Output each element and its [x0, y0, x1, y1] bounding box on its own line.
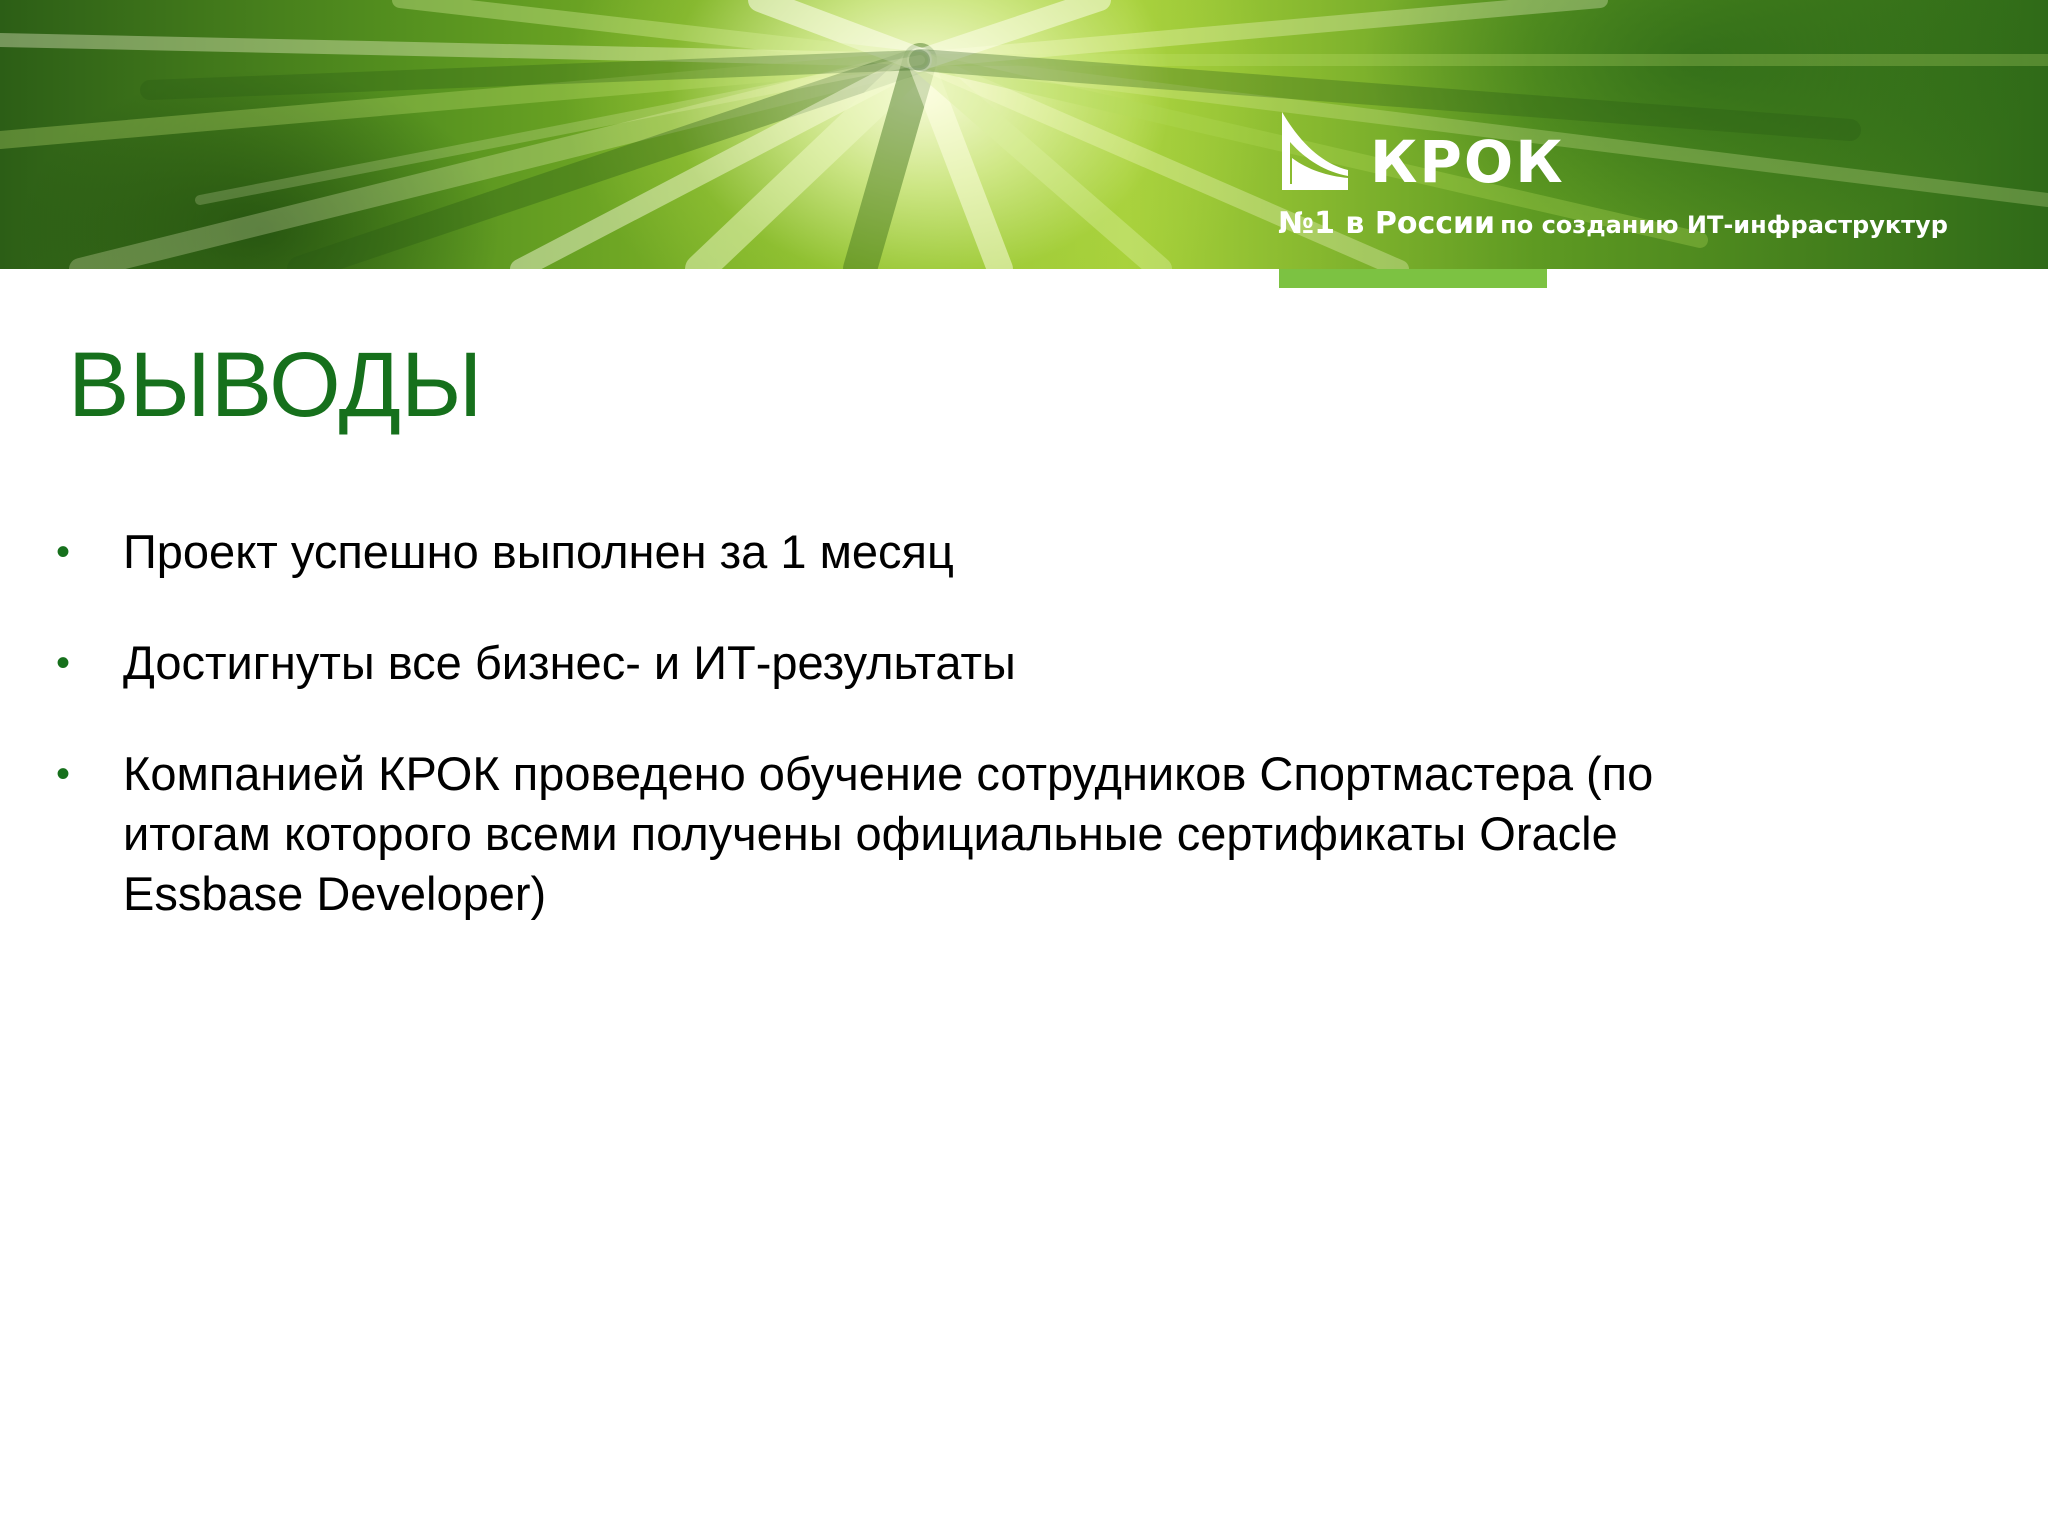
bullet-dot-icon: •	[56, 752, 71, 796]
bullet-item: • Компанией КРОК проведено обучение сотр…	[0, 744, 1800, 924]
tagline-big: №1 в России	[1278, 206, 1496, 241]
slide: КРОК №1 в России по созданию ИТ-инфрастр…	[0, 0, 2048, 1536]
krok-wing-logo-icon	[1282, 112, 1348, 190]
bullet-dot-icon: •	[56, 530, 71, 574]
tagline-small: по созданию ИТ-инфраструктур	[1500, 211, 1948, 239]
slide-title: ВЫВОДЫ	[68, 334, 483, 436]
bullet-item: • Достигнуты все бизнес- и ИТ-результаты	[0, 633, 1800, 693]
logo-tagline: №1 в России по созданию ИТ-инфраструктур	[1278, 204, 1948, 248]
header-banner: КРОК №1 в России по созданию ИТ-инфрастр…	[0, 0, 2048, 269]
logo-name: КРОК	[1370, 128, 1565, 196]
bullet-text: Компанией КРОК проведено обучение сотруд…	[123, 747, 1654, 920]
bullet-item: • Проект успешно выполнен за 1 месяц	[0, 522, 1800, 582]
accent-bar	[1279, 269, 1547, 288]
bullet-text: Достигнуты все бизнес- и ИТ-результаты	[123, 636, 1016, 689]
bullet-list: • Проект успешно выполнен за 1 месяц • Д…	[0, 522, 1800, 975]
bullet-dot-icon: •	[56, 641, 71, 685]
krok-logo[interactable]: КРОК №1 в России по созданию ИТ-инфрастр…	[1278, 108, 1998, 248]
bullet-text: Проект успешно выполнен за 1 месяц	[123, 525, 954, 578]
